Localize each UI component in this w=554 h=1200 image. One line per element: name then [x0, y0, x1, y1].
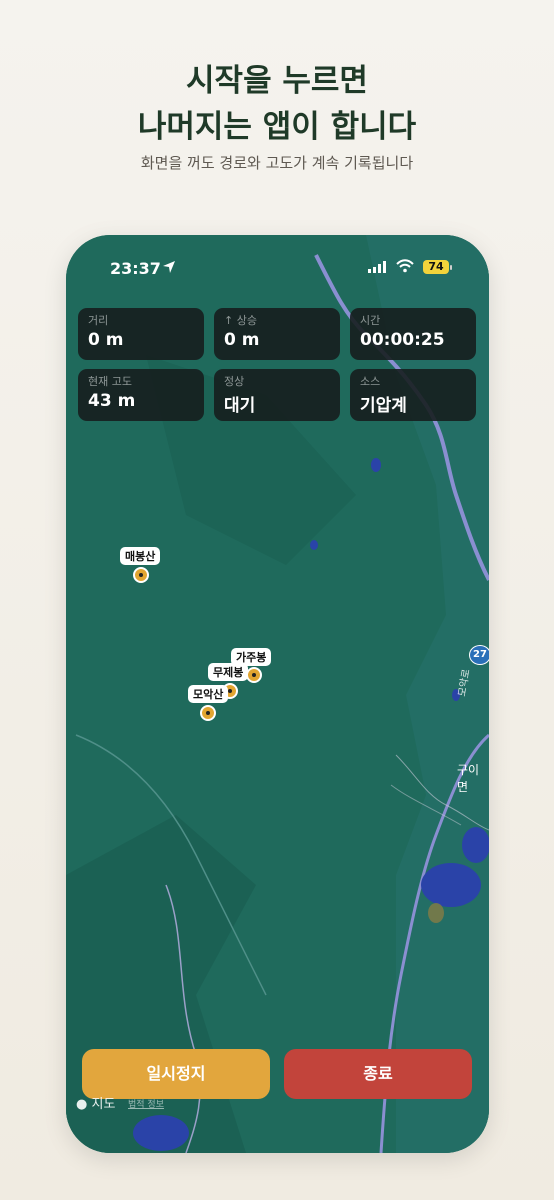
- stat-ascent: ↑ 상승 0 m: [214, 308, 340, 360]
- stat-summit: 정상 대기: [214, 369, 340, 421]
- status-bar: 23:37 74: [66, 257, 489, 281]
- stat-label: ↑ 상승: [224, 314, 257, 327]
- stat-value: 43 m: [88, 391, 136, 411]
- maps-attribution-text: 지도: [91, 1097, 116, 1112]
- stat-source: 소스 기압계: [350, 369, 476, 421]
- maps-attribution: ● 지도: [76, 1093, 115, 1112]
- peak-label-maebongsan: 매봉산: [120, 547, 161, 565]
- stat-distance: 거리 0 m: [78, 308, 204, 360]
- subtitle: 화면을 꺼도 경로와 고도가 계속 기록됩니다: [140, 154, 414, 172]
- status-time: 23:37: [110, 259, 161, 278]
- stat-label: 현재 고도: [88, 375, 132, 388]
- stat-altitude: 현재 고도 43 m: [78, 369, 204, 421]
- headline-line-1: 시작을 누르면: [186, 63, 368, 99]
- end-button[interactable]: 종료: [284, 1049, 472, 1099]
- peak-marker-gajubong[interactable]: [246, 667, 262, 683]
- stat-value: 0 m: [88, 330, 124, 350]
- location-arrow-icon: [163, 261, 175, 273]
- route-badge: 27: [469, 645, 489, 665]
- wifi-icon: [396, 259, 414, 273]
- stat-value: 기압계: [360, 396, 407, 416]
- peak-label-moaksan: 모악산: [188, 685, 229, 703]
- peak-label-mujebong: 무제봉: [208, 663, 249, 681]
- peak-marker-moaksan[interactable]: [200, 705, 216, 721]
- town-label: 구이면: [457, 763, 480, 794]
- peak-marker-maebongsan[interactable]: [133, 567, 149, 583]
- headline-line-2: 나머지는 앱이 합니다: [137, 109, 417, 145]
- headline: 시작을 누르면 나머지는 앱이 합니다: [0, 58, 554, 150]
- stat-value: 00:00:25: [360, 330, 445, 350]
- battery-cap: [450, 265, 452, 270]
- stat-label: 거리: [88, 314, 109, 327]
- signal-icon: [368, 261, 386, 273]
- stat-value: 0 m: [224, 330, 260, 350]
- phone-screen: 23:37 74 거리 0 m ↑ 상승 0 m 시간 00:00:25 현재 …: [66, 235, 489, 1153]
- stat-label: 정상: [224, 375, 245, 388]
- stat-value: 대기: [224, 396, 256, 416]
- stat-label: 소스: [360, 375, 381, 388]
- stat-label: 시간: [360, 314, 381, 327]
- apple-logo-icon: ●: [76, 1097, 88, 1112]
- pause-button[interactable]: 일시정지: [82, 1049, 270, 1099]
- battery-icon: 74: [423, 260, 449, 274]
- stat-time: 시간 00:00:25: [350, 308, 476, 360]
- legal-info-link[interactable]: 법적 정보: [128, 1097, 164, 1110]
